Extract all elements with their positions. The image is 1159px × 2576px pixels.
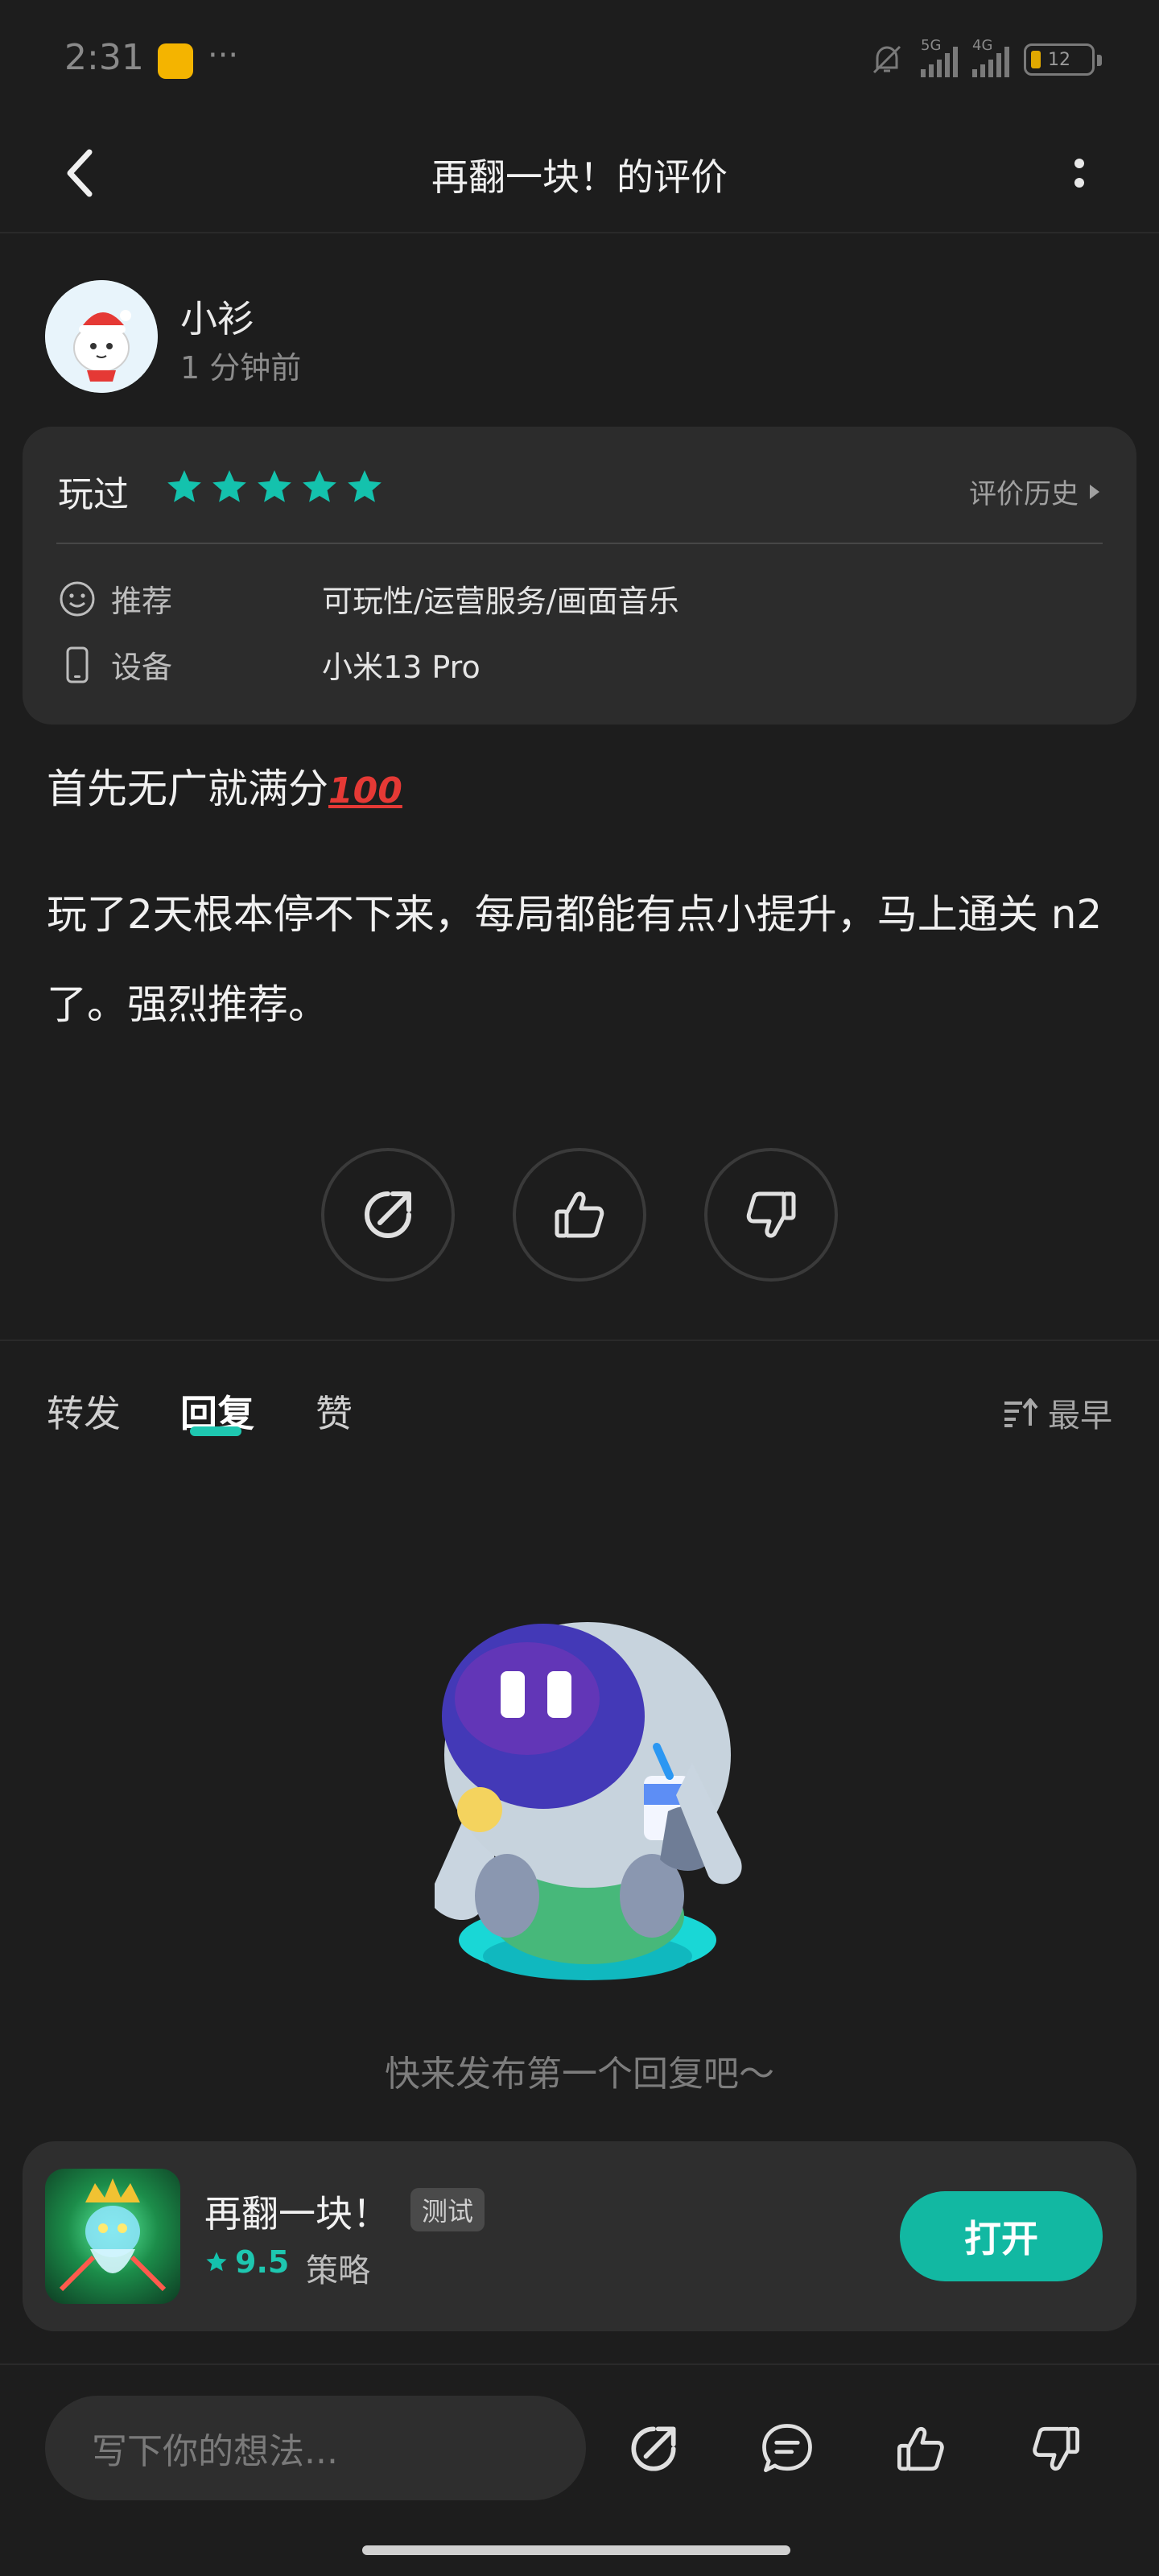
device-row: 设备 小米13 Pro bbox=[58, 642, 481, 687]
phone-icon bbox=[58, 646, 97, 684]
tab-repost[interactable]: 转发 bbox=[47, 1385, 121, 1438]
review-actions bbox=[0, 1148, 1159, 1282]
like-button[interactable] bbox=[513, 1148, 646, 1282]
star-icon bbox=[212, 470, 246, 502]
star-icon bbox=[258, 470, 291, 502]
active-tab-indicator bbox=[190, 1426, 241, 1436]
star-icon bbox=[206, 2252, 227, 2272]
device-value: 小米13 Pro bbox=[322, 650, 481, 685]
bottom-like-button[interactable] bbox=[881, 2409, 961, 2489]
bell-muted-icon bbox=[872, 45, 901, 74]
bottom-divider bbox=[0, 2363, 1159, 2365]
review-text-line2: 玩了2天根本停不下来，每局都能有点小提升，马上通关 n2了。强烈推荐。 bbox=[47, 891, 1103, 1028]
game-rating-value: 9.5 bbox=[235, 2244, 290, 2280]
thumbs-down-icon bbox=[1033, 2426, 1079, 2471]
tab-like[interactable]: 赞 bbox=[316, 1385, 353, 1438]
star-rating bbox=[164, 467, 385, 507]
recommend-label: 推荐 bbox=[111, 584, 173, 619]
review-text-line1: 首先无广就满分100 bbox=[47, 757, 402, 815]
thumbs-up-icon bbox=[897, 2426, 944, 2471]
sort-icon bbox=[1004, 1398, 1038, 1427]
notification-app-icon bbox=[158, 43, 193, 79]
divider bbox=[56, 543, 1103, 544]
dislike-button[interactable] bbox=[704, 1148, 838, 1282]
share-icon bbox=[631, 2426, 676, 2471]
thumbs-up-icon bbox=[555, 1191, 604, 1238]
dot-icon bbox=[1074, 178, 1084, 188]
review-line1-text: 首先无广就满分 bbox=[47, 766, 328, 812]
game-status-badge: 测试 bbox=[410, 2188, 485, 2231]
caret-right-icon bbox=[1090, 484, 1099, 499]
post-time: 1 分钟前 bbox=[180, 350, 302, 386]
battery-level: 12 bbox=[1048, 49, 1070, 70]
section-divider bbox=[0, 1340, 1159, 1341]
review-history-link[interactable]: 评价历史 bbox=[969, 472, 1101, 511]
page-title: 再翻一块！的评价 bbox=[431, 155, 728, 199]
hundred-points-emoji: 100 bbox=[328, 770, 402, 811]
device-label: 设备 bbox=[111, 650, 173, 685]
top-app-bar: 再翻一块！的评价 bbox=[0, 113, 1159, 233]
comment-icon bbox=[762, 2424, 812, 2472]
game-category: 策略 bbox=[306, 2252, 370, 2289]
recommend-value: 可玩性/运营服务/画面音乐 bbox=[322, 584, 679, 619]
avatar-image bbox=[45, 280, 158, 393]
status-bar: 2:31 ··· 5G 4G 12 bbox=[0, 0, 1159, 113]
status-more: ··· bbox=[208, 37, 239, 74]
open-game-button[interactable]: 打开 bbox=[900, 2191, 1103, 2281]
recommend-row: 推荐 可玩性/运营服务/画面音乐 bbox=[58, 576, 679, 621]
comment-input[interactable]: 写下你的想法... bbox=[45, 2396, 586, 2500]
sort-label: 最早 bbox=[1048, 1397, 1112, 1435]
game-card[interactable]: 再翻一块！ 测试 9.5 策略 打开 bbox=[23, 2141, 1136, 2331]
sort-button[interactable]: 最早 bbox=[1003, 1389, 1112, 1436]
signal-4g-icon: 4G bbox=[972, 37, 1009, 77]
star-icon bbox=[303, 470, 336, 502]
game-rating: 9.5 bbox=[204, 2244, 289, 2280]
bottom-comment-button[interactable] bbox=[747, 2409, 827, 2489]
signal-5g-icon: 5G bbox=[921, 37, 958, 77]
status-time: 2:31 bbox=[64, 37, 144, 78]
dot-icon bbox=[1074, 159, 1084, 168]
game-app-icon bbox=[45, 2169, 180, 2304]
review-history-label: 评价历史 bbox=[969, 478, 1079, 510]
astronaut-mascot-illustration bbox=[435, 1622, 742, 1980]
more-options-button[interactable] bbox=[1043, 137, 1116, 209]
empty-state-message: 快来发布第一个回复吧～ bbox=[385, 2054, 774, 2095]
bottom-dislike-button[interactable] bbox=[1016, 2409, 1096, 2489]
star-icon bbox=[167, 470, 201, 502]
bottom-share-button[interactable] bbox=[613, 2409, 694, 2489]
star-icon bbox=[348, 470, 382, 502]
share-button[interactable] bbox=[321, 1148, 455, 1282]
review-info-card: 玩过 评价历史 推荐 可玩性/运营服务/画面音乐 设备 小米13 Pro bbox=[23, 427, 1136, 724]
played-label: 玩过 bbox=[58, 474, 129, 515]
game-name: 再翻一块！ bbox=[204, 2192, 390, 2235]
battery-icon: 12 bbox=[1024, 43, 1102, 76]
status-right: 5G 4G 12 bbox=[868, 35, 1102, 84]
smile-icon bbox=[58, 580, 97, 618]
share-icon bbox=[365, 1191, 411, 1238]
home-indicator[interactable] bbox=[362, 2545, 790, 2555]
thumbs-down-icon bbox=[746, 1191, 796, 1238]
user-name[interactable]: 小衫 bbox=[180, 290, 254, 343]
avatar[interactable] bbox=[45, 280, 158, 393]
